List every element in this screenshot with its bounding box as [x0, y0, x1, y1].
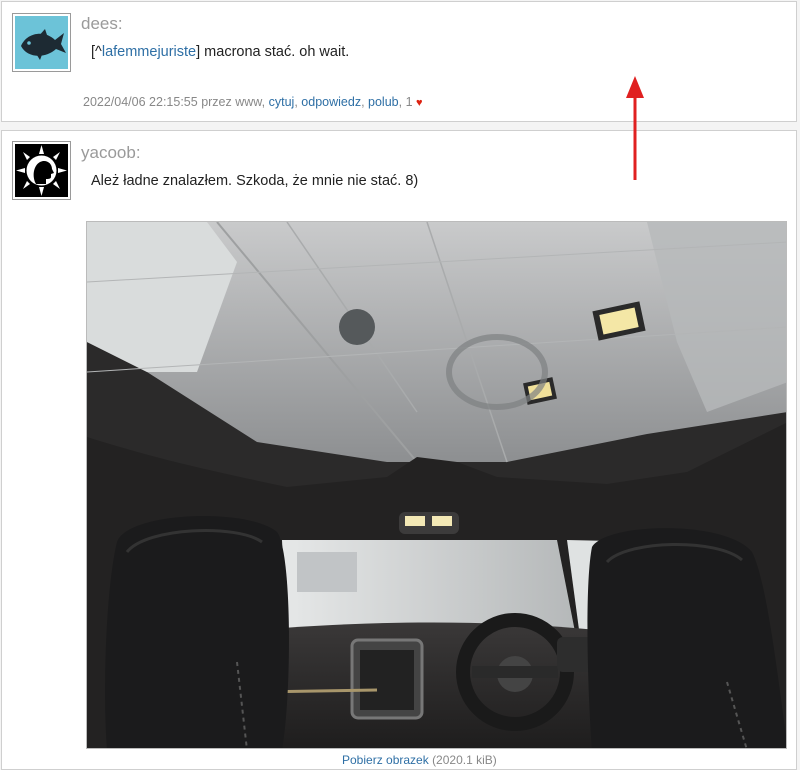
- by-label: przez: [201, 95, 232, 109]
- image-caption: Pobierz obrazek (2020.1 kiB): [342, 753, 497, 767]
- username[interactable]: dees:: [81, 14, 123, 34]
- comment-post: dees: [^lafemmejuriste] macrona stać. oh…: [1, 1, 797, 122]
- download-image-link[interactable]: Pobierz obrazek: [342, 753, 429, 767]
- by-user: www: [235, 95, 262, 109]
- quote-link[interactable]: cytuj: [269, 95, 295, 109]
- head-with-rays-icon: [15, 144, 68, 197]
- image-size: (2020.1 kiB): [432, 753, 497, 767]
- avatar[interactable]: [12, 141, 71, 200]
- red-up-arrow-icon: [626, 76, 644, 180]
- mention-link[interactable]: lafemmejuriste: [102, 44, 196, 60]
- heart-icon: ♥: [416, 97, 423, 109]
- like-link[interactable]: polub: [368, 95, 399, 109]
- comment-text: macrona stać. oh wait.: [200, 44, 350, 60]
- comment-meta: 2022/04/06 22:15:55 przez www, cytuj, od…: [83, 95, 423, 109]
- comment-body: [^lafemmejuriste] macrona stać. oh wait.: [91, 44, 349, 60]
- avatar[interactable]: [12, 13, 71, 72]
- username[interactable]: yacoob:: [81, 143, 141, 163]
- reply-link[interactable]: odpowiedz: [301, 95, 361, 109]
- car-interior-photo: [87, 222, 786, 748]
- timestamp: 2022/04/06 22:15:55: [83, 95, 198, 109]
- mention-bracket-open: [^: [91, 44, 102, 60]
- like-count: 1: [405, 95, 413, 109]
- comment-post: yacoob: Ależ ładne znalazłem. Szkoda, że…: [1, 130, 797, 770]
- attached-photo[interactable]: [86, 221, 787, 749]
- fish-icon: [15, 16, 68, 69]
- comment-body: Ależ ładne znalazłem. Szkoda, że mnie ni…: [91, 173, 419, 189]
